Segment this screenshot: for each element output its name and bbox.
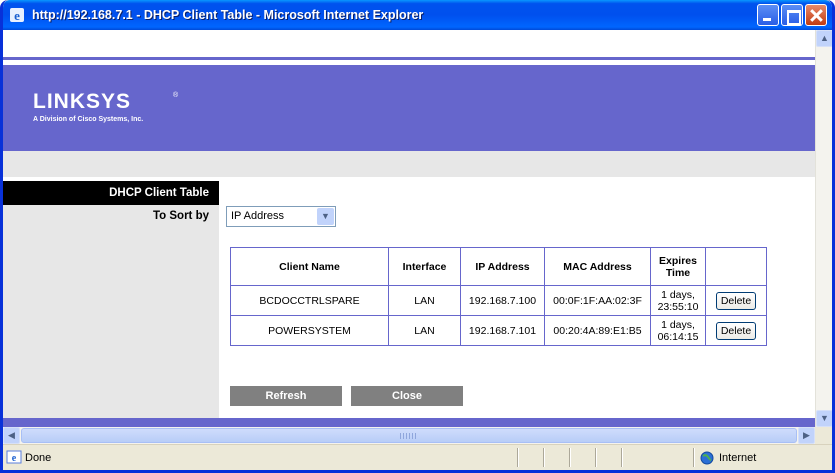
status-text: Done — [25, 452, 52, 464]
chevron-down-icon[interactable]: ▼ — [317, 208, 334, 225]
title-bar[interactable]: e http://192.168.7.1 - DHCP Client Table… — [3, 0, 832, 30]
linksys-logo: LINKSYS — [33, 90, 132, 113]
col-interface: Interface — [388, 247, 461, 286]
horizontal-scroll-thumb[interactable] — [21, 428, 797, 443]
sort-label: To Sort by — [152, 210, 209, 222]
security-zone-label: Internet — [719, 452, 757, 464]
cell-client-name: BCDOCCTRLSPARE — [230, 285, 389, 316]
scrollbar-corner — [815, 427, 832, 444]
cell-ip-address: 192.168.7.100 — [460, 285, 545, 316]
maximize-button[interactable] — [781, 4, 803, 26]
sort-select[interactable]: IP Address ▼ — [226, 206, 336, 227]
close-window-button[interactable] — [805, 4, 827, 26]
delete-button[interactable]: Delete — [715, 291, 757, 310]
refresh-button[interactable]: Refresh — [230, 386, 342, 406]
col-ip-address: IP Address — [460, 247, 545, 286]
cell-mac-address: 00:0F:1F:AA:02:3F — [544, 285, 651, 316]
close-button[interactable]: Close — [351, 386, 463, 406]
cell-action: Delete — [705, 285, 767, 316]
status-divider — [543, 448, 545, 467]
internet-explorer-icon: e — [10, 8, 24, 23]
browser-window: e http://192.168.7.1 - DHCP Client Table… — [0, 0, 835, 473]
table-row: BCDOCCTRLSPARE LAN 192.168.7.100 00:0F:1… — [230, 285, 767, 316]
status-divider — [621, 448, 623, 467]
page-viewport: LINKSYS ® A Division of Cisco Systems, I… — [3, 30, 815, 427]
expires-clock: 06:14:15 — [657, 330, 699, 343]
cell-action: Delete — [705, 315, 767, 346]
minimize-button[interactable] — [757, 4, 779, 26]
cell-mac-address: 00:20:4A:89:E1:B5 — [544, 315, 651, 346]
delete-button[interactable]: Delete — [715, 321, 757, 340]
status-divider — [517, 448, 519, 467]
svg-text:e: e — [14, 8, 20, 23]
col-client-name: Client Name — [230, 247, 389, 286]
header-gray-band — [3, 151, 815, 177]
table-row: POWERSYSTEM LAN 192.168.7.101 00:20:4A:8… — [230, 315, 767, 346]
table-header-row: Client Name Interface IP Address MAC Add… — [230, 247, 767, 286]
svg-text:e: e — [12, 453, 17, 464]
status-divider — [569, 448, 571, 467]
scroll-left-icon[interactable]: ◀ — [3, 427, 20, 444]
status-divider — [693, 448, 695, 467]
col-action — [705, 247, 767, 286]
cell-interface: LAN — [388, 285, 461, 316]
logo-subtitle: A Division of Cisco Systems, Inc. — [33, 116, 144, 123]
section-title: DHCP Client Table — [3, 181, 219, 205]
vertical-scrollbar[interactable]: ▲ ▼ — [815, 30, 832, 427]
dhcp-client-table: Client Name Interface IP Address MAC Add… — [230, 247, 767, 346]
window-title: http://192.168.7.1 - DHCP Client Table -… — [32, 8, 424, 22]
cell-client-name: POWERSYSTEM — [230, 315, 389, 346]
cell-interface: LAN — [388, 315, 461, 346]
internet-globe-icon — [700, 451, 714, 465]
col-mac-address: MAC Address — [544, 247, 651, 286]
grip-icon — [400, 433, 418, 439]
footer-band — [3, 418, 815, 427]
cell-expires-time: 1 days, 06:14:15 — [650, 315, 706, 346]
scroll-up-icon[interactable]: ▲ — [816, 30, 832, 47]
scroll-right-icon[interactable]: ▶ — [798, 427, 815, 444]
col-expires-time: Expires Time — [650, 247, 706, 286]
expires-clock: 23:55:10 — [657, 300, 699, 313]
status-divider — [595, 448, 597, 467]
left-column-bottom — [3, 388, 219, 418]
scroll-down-icon[interactable]: ▼ — [816, 410, 832, 427]
status-bar: e Done Internet — [3, 444, 832, 470]
cell-expires-time: 1 days, 23:55:10 — [650, 285, 706, 316]
cell-ip-address: 192.168.7.101 — [460, 315, 545, 346]
logo-registered-mark: ® — [173, 92, 179, 99]
horizontal-scrollbar[interactable]: ◀ ▶ — [3, 427, 815, 444]
expires-days: 1 days, — [661, 288, 695, 301]
expires-days: 1 days, — [661, 318, 695, 331]
sort-select-value: IP Address — [231, 210, 284, 222]
page-done-icon: e — [6, 450, 22, 464]
